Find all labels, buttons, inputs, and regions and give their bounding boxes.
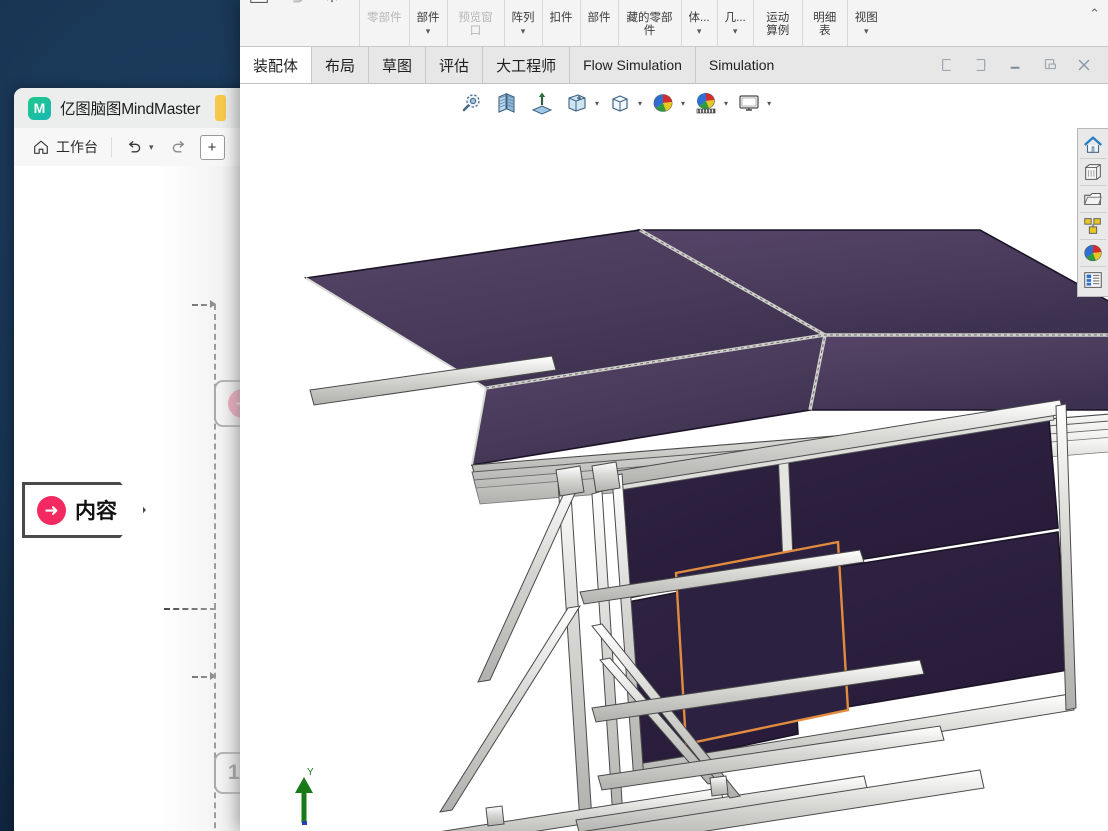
- ribbon-group-10[interactable]: 明细表: [803, 0, 848, 46]
- ribbon-group-2[interactable]: 预览窗口: [448, 0, 505, 46]
- workbench-label: 工作台: [56, 139, 98, 155]
- ribbon-group-10-label: 明细表: [813, 12, 837, 37]
- redo-icon: [170, 138, 188, 156]
- ribbon-group-7-label: 体...: [688, 12, 710, 24]
- restore-icon[interactable]: [1040, 55, 1060, 75]
- undo-icon[interactable]: [283, 0, 309, 8]
- ribbon-group-9[interactable]: 运动算例: [754, 0, 803, 46]
- appearances-scenes-icon[interactable]: [1080, 240, 1106, 267]
- hide-show-items-icon[interactable]: [606, 89, 634, 117]
- edit-appearance-caret-icon[interactable]: ▾: [681, 99, 685, 108]
- window-controls: [938, 47, 1102, 83]
- ribbon-group-0-label: 零部件: [367, 12, 402, 24]
- section-view-icon[interactable]: [493, 89, 521, 117]
- zoom-to-fit-icon[interactable]: [458, 89, 486, 117]
- ribbon-group-4-label: 扣件: [549, 12, 573, 24]
- undo-icon: [125, 138, 143, 156]
- assembly-model[interactable]: [240, 120, 1108, 831]
- options-gear-icon[interactable]: [319, 0, 345, 8]
- solidworks-window: ▾ ▾: [240, 0, 1108, 831]
- workbench-button[interactable]: 工作台: [24, 133, 106, 161]
- tab-layout[interactable]: 布局: [312, 47, 370, 83]
- arrow-right-badge-icon: ➜: [37, 496, 66, 525]
- insert-component-icon[interactable]: [247, 0, 273, 8]
- ribbon-group-quick-access: ▾ ▾: [240, 0, 361, 46]
- mindmaster-title-bar: M 亿图脑图MindMaster: [14, 88, 260, 128]
- ribbon-group-0[interactable]: 零部件: [360, 0, 410, 46]
- hide-show-caret-icon[interactable]: ▾: [638, 99, 642, 108]
- apply-scene-caret-icon[interactable]: ▾: [724, 99, 728, 108]
- tab-assembly[interactable]: 装配体: [240, 47, 313, 83]
- ribbon-group-3[interactable]: 阵列 ▾: [505, 0, 543, 46]
- tab-sketch[interactable]: 草图: [369, 47, 427, 83]
- mindmaster-window: M 亿图脑图MindMaster 工作台 ▾ + ➜ 内容: [14, 88, 260, 831]
- ribbon-group-11[interactable]: 视图 ▾: [848, 0, 885, 46]
- tab-daengineer[interactable]: 大工程师: [483, 47, 571, 83]
- tab-evaluate[interactable]: 评估: [426, 47, 484, 83]
- ribbon-group-8-caret-icon[interactable]: ▾: [733, 26, 738, 37]
- home-icon: [32, 138, 50, 156]
- mindmap-root-node[interactable]: ➜ 内容: [22, 482, 146, 538]
- ribbon-group-1-label: 部件: [416, 12, 440, 24]
- task-pane: [1077, 128, 1108, 297]
- ribbon-group-1[interactable]: 部件 ▾: [410, 0, 448, 46]
- mindmaster-logo-icon: M: [28, 96, 51, 120]
- view-palette-icon[interactable]: [1080, 213, 1106, 240]
- design-library-icon[interactable]: [1080, 159, 1106, 186]
- display-style-caret-icon[interactable]: ▾: [595, 99, 599, 108]
- mindmap-root-label: 内容: [75, 500, 117, 523]
- close-icon[interactable]: [1074, 55, 1094, 75]
- ribbon-group-11-caret-icon[interactable]: ▾: [864, 26, 869, 37]
- pin-right-icon[interactable]: [972, 55, 992, 75]
- file-explorer-icon[interactable]: [1080, 186, 1106, 213]
- ribbon-group-6-label: 藏的零部件: [626, 12, 673, 37]
- mindmap-connector-arrow: [210, 672, 216, 680]
- tab-simulation[interactable]: Simulation: [696, 47, 787, 83]
- add-topic-button[interactable]: +: [199, 134, 225, 160]
- ribbon-group-8[interactable]: 几... ▾: [718, 0, 754, 46]
- collapse-ribbon-button[interactable]: ⌃: [1089, 6, 1100, 22]
- apply-scene-icon[interactable]: [692, 89, 720, 117]
- mindmaster-toolbar: 工作台 ▾ +: [14, 128, 260, 167]
- minimize-icon[interactable]: [1006, 55, 1026, 75]
- graphics-area[interactable]: Y: [240, 120, 1108, 831]
- ribbon-group-8-label: 几...: [724, 12, 746, 24]
- ribbon-group-3-caret-icon[interactable]: ▾: [521, 26, 526, 37]
- heads-up-view-toolbar: ▾ ▾ ▾ ▾ ▾: [240, 84, 1108, 122]
- view-settings-icon[interactable]: [735, 89, 763, 117]
- undo-caret-icon[interactable]: ▾: [149, 142, 154, 153]
- ribbon-group-7[interactable]: 体... ▾: [682, 0, 718, 46]
- ribbon-group-5[interactable]: 部件: [581, 0, 619, 46]
- ribbon-group-7-caret-icon[interactable]: ▾: [697, 26, 702, 37]
- sw-resources-icon[interactable]: [1080, 132, 1106, 159]
- ribbon-group-5-label: 部件: [587, 12, 611, 24]
- custom-properties-icon[interactable]: [1080, 267, 1106, 293]
- solidworks-ribbon: ▾ ▾: [240, 0, 1108, 47]
- mindmaster-title: 亿图脑图MindMaster: [60, 101, 201, 118]
- display-style-icon[interactable]: [563, 89, 591, 117]
- view-settings-caret-icon[interactable]: ▾: [767, 99, 771, 108]
- ribbon-group-3-label: 阵列: [511, 12, 535, 24]
- coordinate-triad: Y: [295, 767, 314, 825]
- commandmanager-tabbar: 装配体 布局 草图 评估 大工程师 Flow Simulation Simula…: [240, 47, 1108, 84]
- mindmap-canvas[interactable]: ➜ 内容 ➜ 1.| 2.3: [14, 166, 260, 831]
- mindmap-connector-arrow: [210, 300, 216, 308]
- pin-left-icon[interactable]: [938, 55, 958, 75]
- redo-button[interactable]: [162, 133, 196, 161]
- tab-flow-simulation[interactable]: Flow Simulation: [570, 47, 696, 83]
- ribbon-group-6[interactable]: 藏的零部件: [619, 0, 682, 46]
- ribbon-group-1-caret-icon[interactable]: ▾: [426, 26, 431, 37]
- triad-y-label: Y: [307, 767, 314, 778]
- toolbar-divider: [111, 137, 112, 157]
- mindmaster-document-tab[interactable]: [215, 95, 227, 121]
- ribbon-group-2-label: 预览窗口: [458, 12, 493, 37]
- undo-button[interactable]: ▾: [117, 133, 162, 161]
- mindmap-connector: [164, 608, 216, 610]
- ribbon-group-4[interactable]: 扣件: [543, 0, 581, 46]
- ribbon-group-9-label: 运动算例: [766, 12, 790, 37]
- ribbon-group-11-label: 视图: [854, 12, 878, 24]
- view-orientation-icon[interactable]: [528, 89, 556, 117]
- edit-appearance-icon[interactable]: [649, 89, 677, 117]
